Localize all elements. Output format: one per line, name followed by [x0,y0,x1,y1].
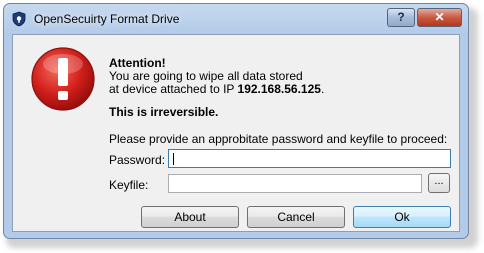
help-button[interactable]: ? [387,8,415,27]
ok-button[interactable]: Ok [353,206,451,228]
password-label: Password: [109,153,166,167]
message-line-2-prefix: at device attached to IP [109,82,238,96]
prompt-text: Please provide an approbitate password a… [109,132,448,146]
error-exclamation-icon [31,47,95,111]
close-icon: ✕ [434,10,445,24]
message-line-1: You are going to wipe all data stored [109,69,303,83]
shield-icon [12,11,26,27]
keyfile-label: Keyfile: [109,178,149,192]
window-title: OpenSecuirty Format Drive [34,12,180,26]
message-line-2: at device attached to IP 192.168.56.125. [109,82,324,96]
dialog-content: Attention! You are going to wipe all dat… [12,34,460,232]
message-line-2-suffix: . [320,82,325,96]
close-button[interactable]: ✕ [417,8,462,27]
cancel-button[interactable]: Cancel [247,206,345,228]
browse-keyfile-button[interactable]: ... [428,173,450,193]
keyfile-input[interactable] [168,174,422,193]
heading-text: Attention! [109,56,166,70]
password-input[interactable] [168,149,451,168]
about-button[interactable]: About [141,206,239,228]
ip-address: 192.168.56.125 [237,82,321,96]
warning-text: This is irreversible. [109,105,219,119]
title-bar[interactable]: OpenSecuirty Format Drive ? ✕ [4,4,468,34]
text-caret [173,153,174,165]
dialog-window: OpenSecuirty Format Drive ? ✕ Attention!… [3,3,469,239]
